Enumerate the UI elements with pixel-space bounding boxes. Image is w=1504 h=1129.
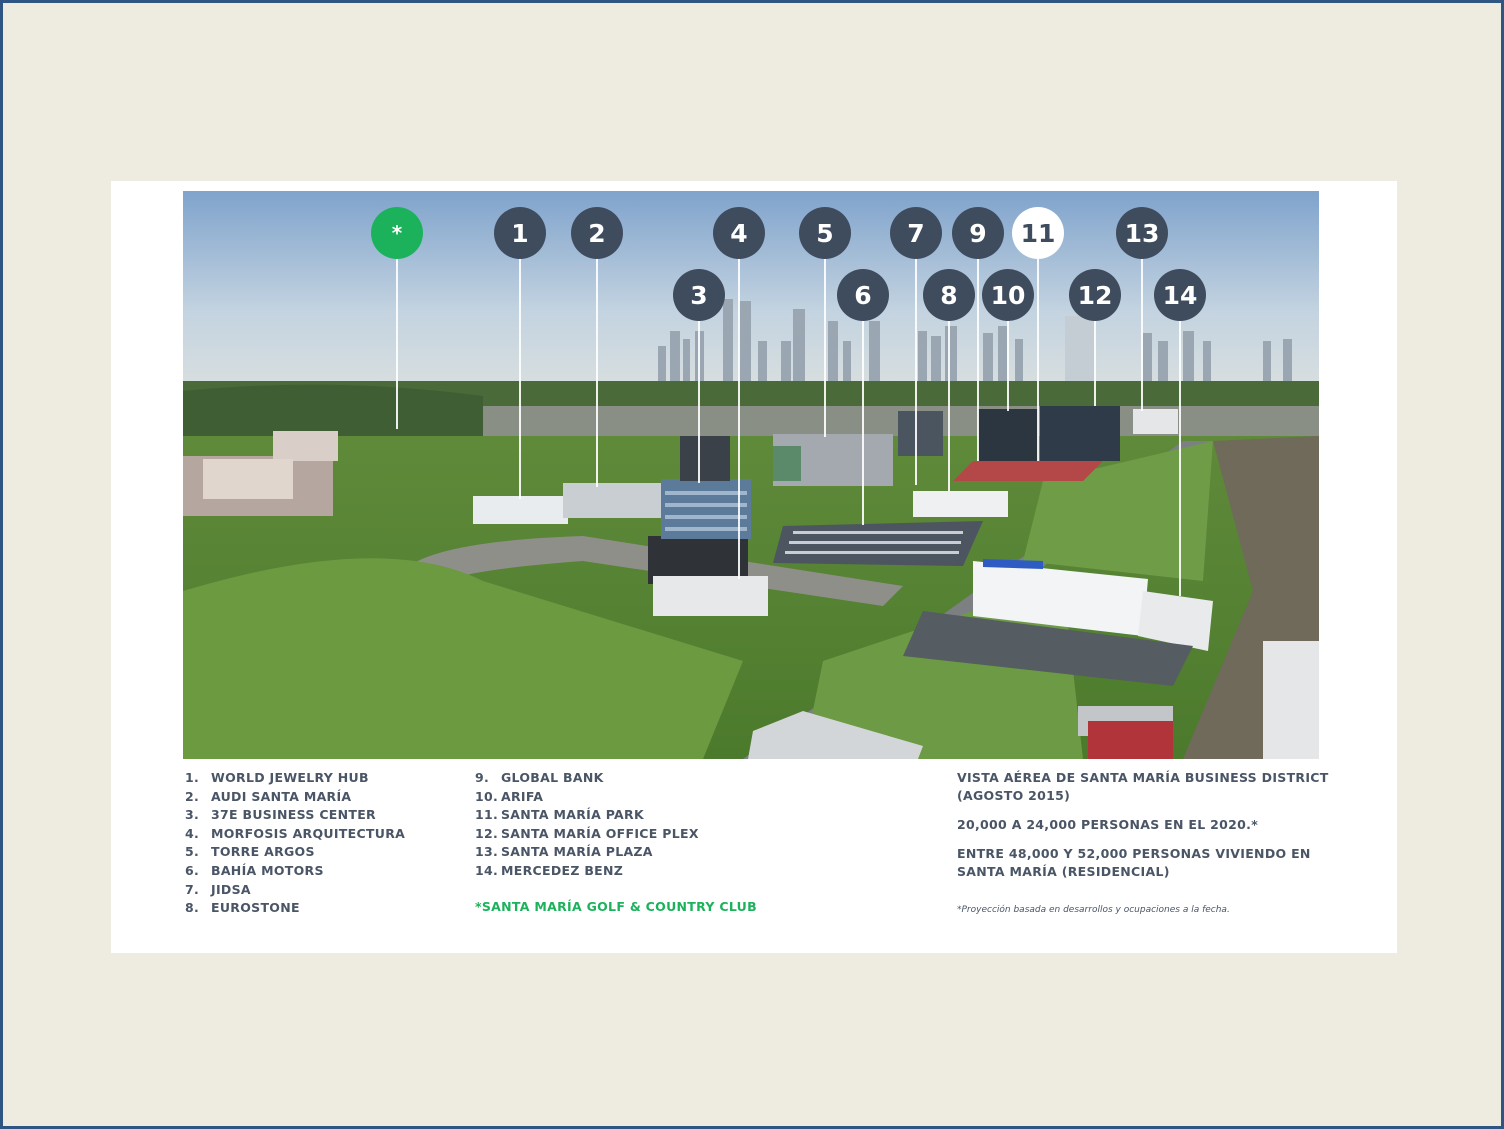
- legend-item: 6. BAHÍA MOTORS: [185, 862, 324, 878]
- info-block: VISTA AÉREA DE SANTA MARÍA BUSINESS DIST…: [957, 769, 1337, 892]
- marker-10: 10: [982, 269, 1034, 321]
- marker-13: 13: [1116, 207, 1168, 259]
- page-frame: * 1 2 3 4 5 6 7 8 9 10 11 12 13 14 1. WOR…: [3, 3, 1501, 1126]
- footnote: *Proyección basada en desarrollos y ocup…: [957, 905, 1230, 915]
- marker-4: 4: [713, 207, 765, 259]
- marker-14: 14: [1154, 269, 1206, 321]
- legend-item: 11. SANTA MARÍA PARK: [475, 807, 644, 823]
- legend-item: 8. EUROSTONE: [185, 900, 300, 916]
- legend-item: 5. TORRE ARGOS: [185, 844, 315, 860]
- marker-12: 12: [1069, 269, 1121, 321]
- marker-8: 8: [923, 269, 975, 321]
- golf-club-label: *SANTA MARÍA GOLF & COUNTRY CLUB: [475, 899, 757, 914]
- marker-9: 9: [952, 207, 1004, 259]
- aerial-photo: * 1 2 3 4 5 6 7 8 9 10 11 12 13 14: [183, 191, 1319, 759]
- legend-item: 1. WORLD JEWELRY HUB: [185, 770, 369, 785]
- marker-1: 1: [494, 207, 546, 259]
- legend-item: 13. SANTA MARÍA PLAZA: [475, 844, 653, 860]
- marker-11: 11: [1012, 207, 1064, 259]
- legend-item: 10. ARIFA: [475, 788, 544, 804]
- legend-item: 9. GLOBAL BANK: [475, 770, 604, 785]
- info-residential: ENTRE 48,000 Y 52,000 PERSONAS VIVIENDO …: [957, 846, 1311, 879]
- legend-list-left: 1. WORLD JEWELRY HUB 2. AUDI SANTA MARÍA 3…: [185, 769, 405, 918]
- marker-golf: *: [371, 207, 423, 259]
- legend-list-right: 9. GLOBAL BANK 10. ARIFA 11. SANTA MARÍA PA…: [475, 769, 699, 881]
- aerial-photo-illustration: [183, 191, 1319, 759]
- info-population-2020: 20,000 A 24,000 PERSONAS EN EL 2020.*: [957, 817, 1259, 832]
- marker-2: 2: [571, 207, 623, 259]
- marker-7: 7: [890, 207, 942, 259]
- brochure-card: * 1 2 3 4 5 6 7 8 9 10 11 12 13 14 1. WOR…: [111, 181, 1397, 953]
- legend-item: 4. MORFOSIS ARQUITECTURA: [185, 825, 406, 841]
- info-title: VISTA AÉREA DE SANTA MARÍA BUSINESS DIST…: [957, 770, 1329, 803]
- legend-item: 2. AUDI SANTA MARÍA: [185, 788, 352, 804]
- legend-item: 12. SANTA MARÍA OFFICE PLEX: [475, 825, 699, 841]
- marker-6: 6: [837, 269, 889, 321]
- legend-item: 7. JIDSA: [185, 881, 251, 897]
- marker-5: 5: [799, 207, 851, 259]
- legend-item: 3. 37E BUSINESS CENTER: [185, 807, 376, 823]
- legend-item: 14. MERCEDEZ BENZ: [475, 862, 624, 878]
- marker-3: 3: [673, 269, 725, 321]
